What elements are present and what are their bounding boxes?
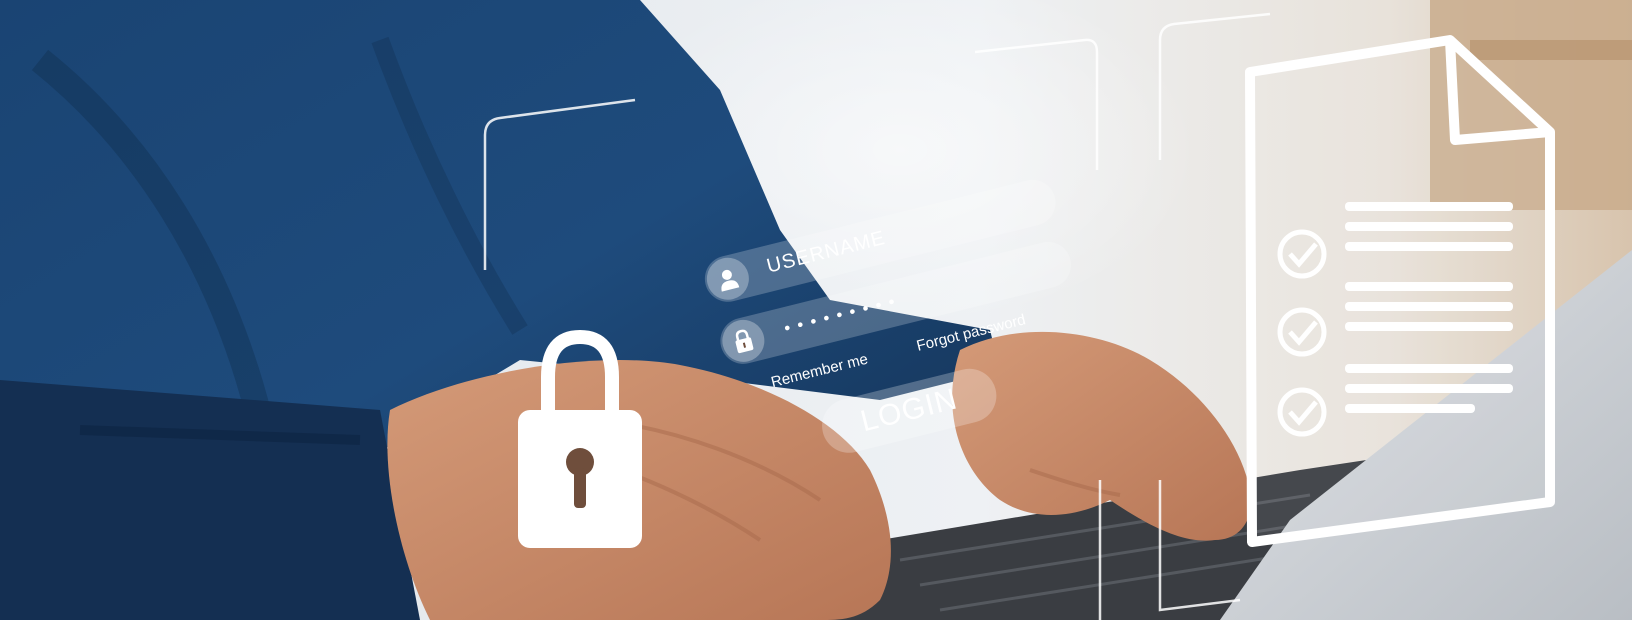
remember-me-checkbox[interactable]: Remember me: [769, 351, 869, 391]
padlock-icon: [510, 322, 650, 552]
lock-icon: [717, 315, 769, 367]
document-icon: [1240, 32, 1570, 552]
forgot-password-link[interactable]: Forgot password: [915, 311, 1028, 355]
password-mask: •••••••••: [780, 291, 903, 339]
user-icon: [702, 253, 754, 305]
digital-overlay: USERNAME ••••••••• Remember me Forgot pa…: [0, 0, 1632, 620]
